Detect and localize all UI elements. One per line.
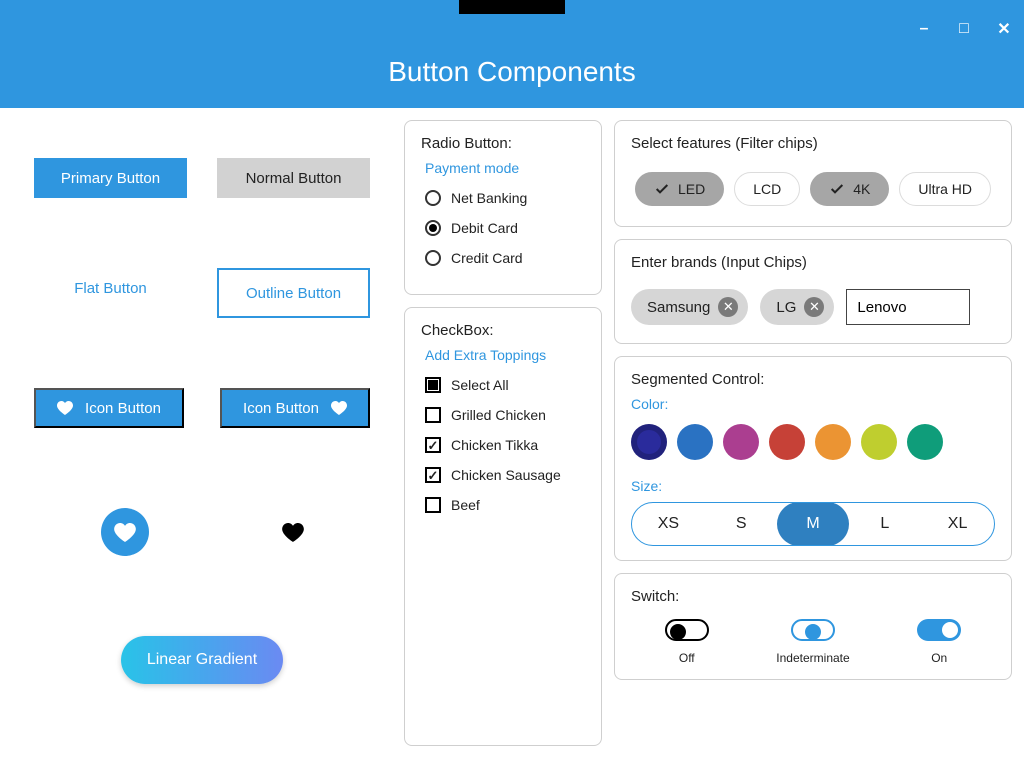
filter-chip[interactable]: LED [635,172,724,206]
checkbox-option[interactable]: Chicken Tikka [425,437,581,453]
size-segment[interactable]: XS [632,503,705,545]
radio-option[interactable]: Credit Card [425,250,581,266]
switch-indeterminate[interactable] [791,619,835,641]
close-button[interactable]: ✕ [984,14,1024,44]
checkbox-label: Select All [451,377,509,393]
radio-option[interactable]: Net Banking [425,190,581,206]
filter-chip[interactable]: Ultra HD [899,172,991,206]
color-swatch[interactable] [815,424,851,460]
checkbox-option[interactable]: Chicken Sausage [425,467,581,483]
color-swatch[interactable] [631,424,667,460]
switch-on-label: On [931,651,947,665]
size-segment[interactable]: M [777,502,850,546]
checkbox-card: CheckBox: Add Extra Toppings Select All G… [404,307,602,746]
size-segment[interactable]: L [848,503,921,545]
radio-label: Credit Card [451,250,523,266]
checkbox-icon [425,467,441,483]
radio-icon [425,250,441,266]
radio-option[interactable]: Debit Card [425,220,581,236]
checkbox-group-label: Add Extra Toppings [425,347,585,363]
radio-card: Radio Button: Payment mode Net Banking De… [404,120,602,295]
checkbox-label: Beef [451,497,480,513]
segmented-size-label: Size: [631,478,995,494]
buttons-panel: Primary Button Normal Button Flat Button… [12,120,392,746]
switch-title: Switch: [631,588,995,605]
radio-icon [425,220,441,236]
primary-button[interactable]: Primary Button [34,158,187,198]
size-segment[interactable]: XL [921,503,994,545]
window-notch [459,0,565,14]
color-swatch[interactable] [861,424,897,460]
chip-remove-icon[interactable]: ✕ [804,297,824,317]
filter-chip-label: LED [678,181,705,197]
checkbox-label: Chicken Sausage [451,467,561,483]
switch-off[interactable] [665,619,709,641]
filter-chip[interactable]: 4K [810,172,889,206]
filter-chips-title: Select features (Filter chips) [631,135,995,152]
checkbox-option[interactable]: Grilled Chicken [425,407,581,423]
normal-button[interactable]: Normal Button [217,158,370,198]
filter-chip[interactable]: LCD [734,172,800,206]
chip-remove-icon[interactable]: ✕ [718,297,738,317]
icon-button-leading[interactable]: Icon Button [34,388,184,428]
input-chip: LG ✕ [760,289,834,325]
maximize-button[interactable]: □ [944,14,984,44]
color-swatch[interactable] [769,424,805,460]
input-chips-card: Enter brands (Input Chips) Samsung ✕ LG ✕ [614,239,1012,344]
checkbox-label: Grilled Chicken [451,407,546,423]
checkbox-icon [425,437,441,453]
input-chip-label: Samsung [647,299,710,316]
icon-button-trailing[interactable]: Icon Button [220,388,370,428]
gradient-button[interactable]: Linear Gradient [121,636,283,684]
input-chip: Samsung ✕ [631,289,748,325]
color-swatch[interactable] [723,424,759,460]
checkbox-option[interactable]: Beef [425,497,581,513]
fab-heart-filled[interactable] [101,508,149,556]
radio-group-label: Payment mode [425,160,585,176]
switch-on[interactable] [917,619,961,641]
checkbox-icon [425,377,441,393]
segmented-card: Segmented Control: Color: Size: XSSMLXL [614,356,1012,561]
radio-label: Net Banking [451,190,527,206]
checkbox-label: Chicken Tikka [451,437,538,453]
window-controls: – □ ✕ [904,14,1024,44]
switch-off-label: Off [679,651,695,665]
checkbox-option[interactable]: Select All [425,377,581,393]
check-icon [654,181,670,197]
switch-card: Switch: Off Indeterminate On [614,573,1012,680]
heart-icon [331,401,347,415]
radio-title: Radio Button: [421,135,585,152]
color-swatch[interactable] [907,424,943,460]
chip-text-input[interactable] [846,289,970,325]
filter-chip-label: Ultra HD [918,181,972,197]
checkbox-icon [425,407,441,423]
radio-icon [425,190,441,206]
heart-icon-plain[interactable] [282,523,304,542]
size-segment[interactable]: S [705,503,778,545]
input-chip-label: LG [776,299,796,316]
segmented-title: Segmented Control: [631,371,995,388]
checkbox-icon [425,497,441,513]
app-header: – □ ✕ Button Components [0,0,1024,108]
checkbox-title: CheckBox: [421,322,585,339]
filter-chips-card: Select features (Filter chips) LED LCD 4K U… [614,120,1012,227]
heart-icon [57,401,73,415]
minimize-button[interactable]: – [904,14,944,44]
outline-button[interactable]: Outline Button [217,268,370,318]
switch-indeterminate-label: Indeterminate [776,651,849,665]
flat-button[interactable]: Flat Button [34,268,187,308]
input-chips-title: Enter brands (Input Chips) [631,254,995,271]
icon-button-label: Icon Button [243,400,319,417]
segmented-color-label: Color: [631,396,995,412]
icon-button-label: Icon Button [85,400,161,417]
color-swatch[interactable] [677,424,713,460]
check-icon [829,181,845,197]
filter-chip-label: LCD [753,181,781,197]
filter-chip-label: 4K [853,181,870,197]
heart-icon [114,523,136,542]
radio-label: Debit Card [451,220,518,236]
